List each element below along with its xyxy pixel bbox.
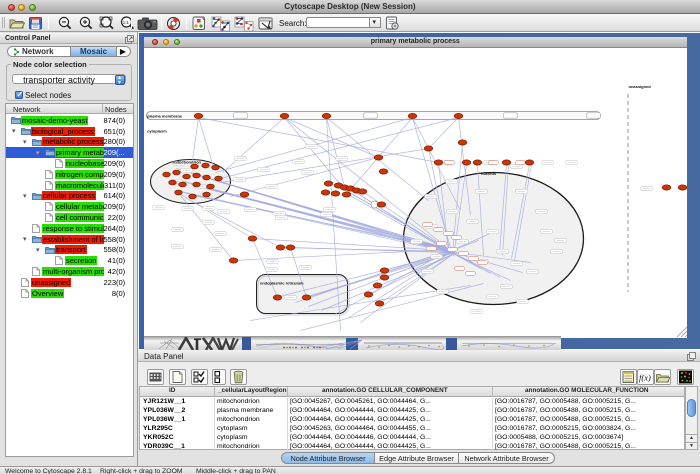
svg-text:endoplasmic reticulum: endoplasmic reticulum xyxy=(260,280,304,285)
svg-text:unassigned: unassigned xyxy=(628,84,651,89)
svg-text:mitochondrion: mitochondrion xyxy=(173,159,202,164)
svg-text:1:1: 1:1 xyxy=(123,20,130,25)
svg-text:cytoplasm: cytoplasm xyxy=(147,128,167,133)
svg-text:f(x): f(x) xyxy=(639,373,651,383)
svg-text:nucleus: nucleus xyxy=(481,171,497,176)
svg-text:plasma membrane: plasma membrane xyxy=(147,113,183,118)
